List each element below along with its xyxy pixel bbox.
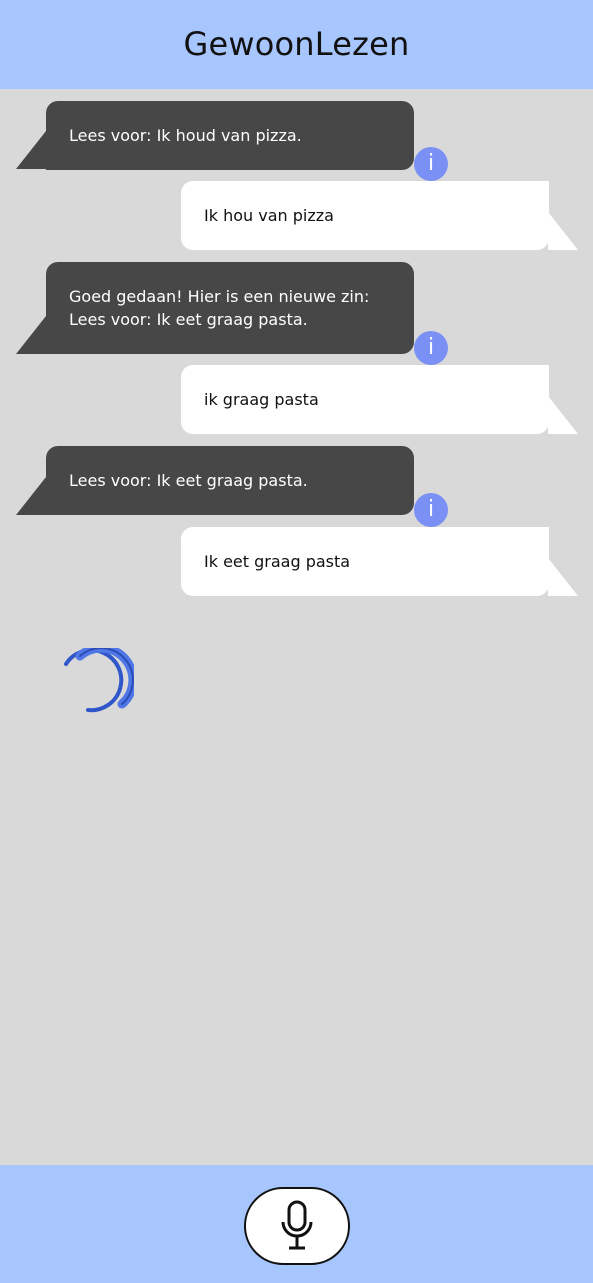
bubble-tail [16,316,46,354]
user-message: ik graag pasta [181,365,549,434]
user-message: Ik eet graag pasta [181,527,549,596]
bot-message-text: Lees voor: Ik eet graag pasta. [69,471,308,490]
bot-message: Lees voor: Ik houd van pizza. [46,101,414,170]
info-button[interactable]: i [414,331,448,365]
loading-spinner-icon [64,648,134,713]
chat-area[interactable]: Lees voor: Ik houd van pizza. i Ik hou v… [0,89,593,1165]
app-title: GewoonLezen [183,24,410,63]
bubble-tail [16,477,46,515]
info-icon: i [427,335,435,360]
bot-message-text: Goed gedaan! Hier is een nieuwe zin: Lee… [69,287,370,329]
bot-message-text: Lees voor: Ik houd van pizza. [69,126,302,145]
bot-message: Goed gedaan! Hier is een nieuwe zin: Lee… [46,262,414,354]
user-message-text: Ik hou van pizza [204,206,334,225]
info-icon: i [427,497,435,522]
bubble-tail [548,558,578,596]
user-message-text: ik graag pasta [204,390,319,409]
user-message: Ik hou van pizza [181,181,549,250]
info-button[interactable]: i [414,493,448,527]
info-icon: i [427,151,435,176]
info-button[interactable]: i [414,147,448,181]
app-header: GewoonLezen [0,0,593,89]
bubble-tail [16,131,46,169]
microphone-button[interactable] [244,1187,350,1265]
microphone-icon [281,1200,313,1250]
bot-message: Lees voor: Ik eet graag pasta. [46,446,414,515]
bubble-tail [548,396,578,434]
bubble-tail [548,212,578,250]
user-message-text: Ik eet graag pasta [204,552,351,571]
